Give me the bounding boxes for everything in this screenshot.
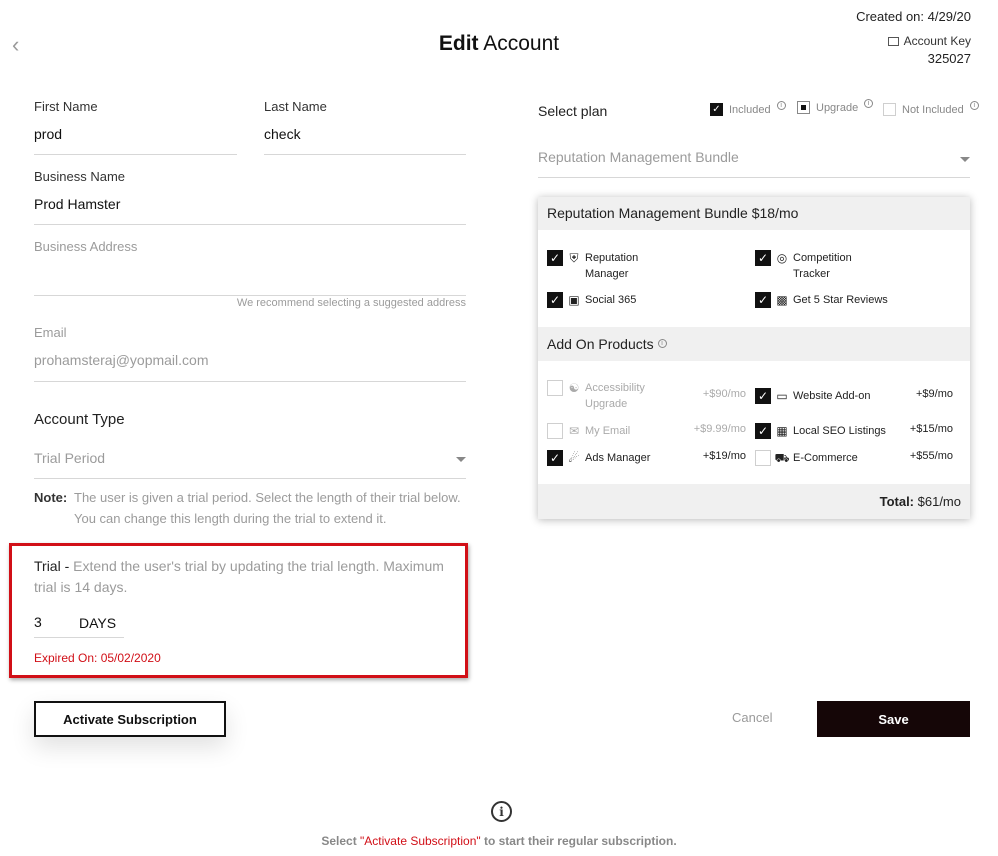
addon-checkbox[interactable] — [547, 380, 563, 396]
trial-days-unit: DAYS — [79, 615, 117, 631]
feature-check-icon: ✓ — [755, 292, 771, 308]
trial-days-underline — [34, 637, 124, 638]
addon-price: +$19/mo — [702, 450, 746, 462]
legend-not-included: Not Included i — [883, 101, 979, 116]
addon-e-commerce[interactable]: ⛟ E-Commerce — [755, 450, 858, 466]
last-name-field[interactable]: check — [264, 126, 301, 142]
info-icon: i — [864, 99, 874, 108]
included-check-icon: ✓ — [710, 103, 723, 116]
info-icon: i — [657, 339, 667, 348]
legend-upgrade: Upgrade i — [797, 99, 874, 114]
expired-date: Expired On: 05/02/2020 — [34, 651, 161, 665]
addon-price: +$15/mo — [909, 423, 953, 435]
feature-social-365: ✓ ▣ Social 365 — [547, 292, 636, 308]
shopping-cart-icon: ⛟ — [774, 451, 790, 465]
activate-subscription-button[interactable]: Activate Subscription — [34, 701, 226, 737]
last-name-underline — [264, 154, 466, 155]
info-icon: i — [776, 101, 786, 110]
feature-check-icon: ✓ — [547, 292, 563, 308]
account-key-label: Account Key — [887, 34, 971, 48]
business-name-underline — [34, 224, 466, 225]
addon-checkbox[interactable] — [547, 423, 563, 439]
first-name-underline — [34, 154, 237, 155]
info-icon: i — [491, 801, 512, 822]
feature-check-icon: ✓ — [547, 250, 563, 266]
addon-price: +$90/mo — [702, 388, 746, 400]
browser-window-icon: ▭ — [776, 389, 788, 403]
business-name-field[interactable]: Prod Hamster — [34, 196, 120, 212]
addon-checkbox[interactable] — [755, 450, 771, 466]
save-button[interactable]: Save — [817, 701, 970, 737]
add-on-products-title: Add On Products i — [538, 327, 970, 361]
addon-ads-manager[interactable]: ✓ ☄ Ads Manager — [547, 450, 650, 466]
shield-icon: ⛨ — [569, 251, 579, 265]
business-address-underline — [34, 295, 466, 296]
business-name-label: Business Name — [34, 169, 126, 184]
plan-select-underline — [538, 177, 970, 178]
accessibility-icon: ☯ — [568, 381, 580, 395]
addon-price: +$9.99/mo — [693, 423, 746, 435]
not-included-check-icon — [883, 103, 896, 116]
cancel-button[interactable]: Cancel — [732, 710, 772, 725]
email-underline — [34, 381, 466, 382]
plan-card-title: Reputation Management Bundle $18/mo — [538, 197, 970, 230]
info-icon: i — [969, 101, 979, 110]
addon-price: +$55/mo — [909, 450, 953, 462]
chevron-down-icon[interactable] — [456, 457, 466, 462]
review-card-icon: ▩ — [776, 293, 788, 307]
trial-days-input[interactable]: 3 — [34, 614, 42, 630]
building-icon: ▦ — [776, 424, 788, 438]
addon-checkbox[interactable]: ✓ — [755, 388, 771, 404]
addon-website[interactable]: ✓ ▭ Website Add-on — [755, 388, 870, 404]
created-date: Created on: 4/29/20 — [856, 9, 971, 24]
trial-description: Trial - Extend the user's trial by updat… — [34, 558, 444, 595]
addon-price: +$9/mo — [916, 388, 953, 400]
chevron-down-icon[interactable] — [960, 157, 970, 162]
feature-get-5-star-reviews: ✓ ▩ Get 5 Star Reviews — [755, 292, 888, 308]
plan-card: Reputation Management Bundle $18/mo ✓ ⛨ … — [538, 197, 970, 519]
upgrade-check-icon — [797, 101, 810, 114]
addon-my-email[interactable]: ✉ My Email — [547, 423, 630, 439]
feature-competition-tracker: ✓ ◎ Competition Tracker — [755, 250, 852, 282]
first-name-field[interactable]: prod — [34, 126, 62, 142]
last-name-label: Last Name — [264, 99, 327, 114]
account-key-value: 325027 — [927, 51, 971, 66]
account-type-select[interactable]: Trial Period — [34, 450, 105, 466]
page-title: Edit Account — [438, 32, 560, 55]
select-plan-label: Select plan — [538, 103, 608, 119]
plan-select[interactable]: Reputation Management Bundle — [538, 149, 739, 165]
envelope-icon: ✉ — [568, 424, 580, 438]
first-name-label: First Name — [34, 99, 98, 114]
email-label: Email — [34, 325, 67, 340]
megaphone-icon: ☄ — [568, 451, 580, 465]
legend-included: ✓ Included i — [710, 101, 786, 116]
account-key-icon — [887, 36, 899, 46]
account-type-label: Account Type — [34, 411, 125, 428]
radar-icon: ◎ — [776, 251, 788, 265]
address-hint: We recommend selecting a suggested addre… — [236, 297, 466, 309]
feature-check-icon: ✓ — [755, 250, 771, 266]
business-address-field[interactable]: Business Address — [34, 239, 137, 254]
plan-total: Total: $61/mo — [538, 484, 970, 519]
addon-checkbox[interactable]: ✓ — [547, 450, 563, 466]
calendar-icon: ▣ — [568, 293, 580, 307]
feature-reputation-manager: ✓ ⛨ Reputation Manager — [547, 250, 638, 282]
activation-hint: Select "Activate Subscription" to start … — [321, 834, 677, 848]
addon-accessibility-upgrade[interactable]: ☯ Accessibility Upgrade — [547, 380, 645, 412]
trial-note: Note: The user is given a trial period. … — [34, 490, 461, 526]
account-type-underline — [34, 478, 466, 479]
addon-local-seo-listings[interactable]: ✓ ▦ Local SEO Listings — [755, 423, 886, 439]
email-field: prohamsteraj@yopmail.com — [34, 352, 209, 368]
addon-checkbox[interactable]: ✓ — [755, 423, 771, 439]
